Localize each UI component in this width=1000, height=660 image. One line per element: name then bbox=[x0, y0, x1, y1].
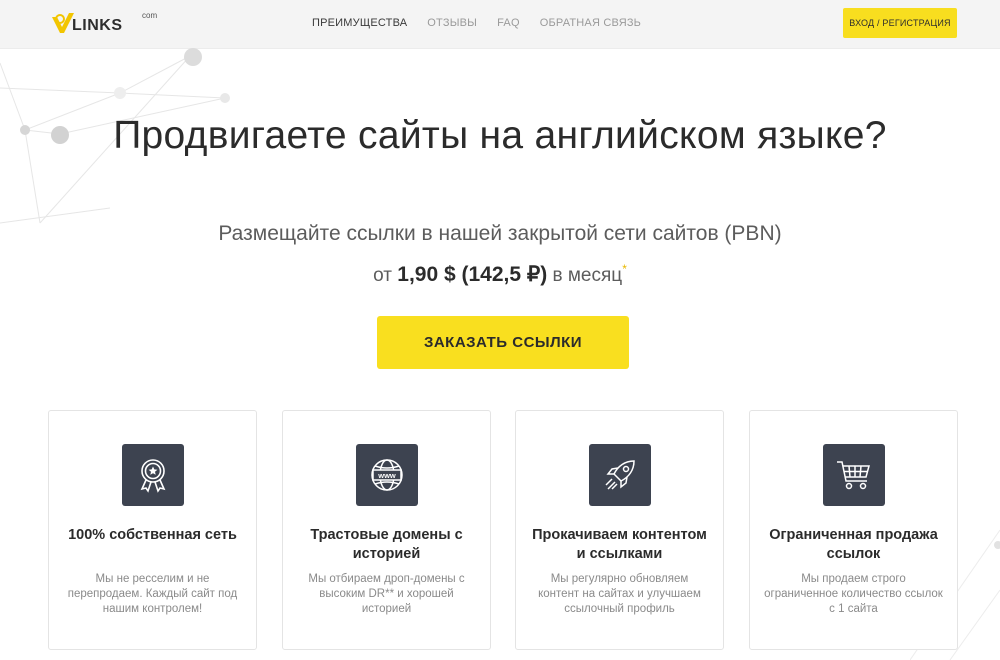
hero-subtitle: Размещайте ссылки в нашей закрытой сети … bbox=[218, 222, 782, 245]
feature-card-content-boost: Прокачиваем контентом и ссылками Мы регу… bbox=[515, 410, 724, 650]
feature-title: Прокачиваем контентом и ссылками bbox=[532, 527, 707, 562]
nav-feedback[interactable]: ОБРАТНАЯ СВЯЗЬ bbox=[540, 17, 641, 29]
feature-text: Мы не ресселим и не перепродаем. Каждый … bbox=[67, 573, 238, 615]
feature-card-trust-domains: www Трастовые домены с историей Мы отбир… bbox=[282, 410, 491, 650]
price-suffix: в месяц bbox=[552, 265, 623, 286]
logo[interactable]: LINKS com bbox=[50, 9, 170, 39]
price-value: 1,90 $ (142,5 ₽) bbox=[397, 263, 548, 286]
feature-title: Трастовые домены с историей bbox=[310, 527, 463, 562]
shopping-cart-icon bbox=[823, 444, 885, 506]
logo-text: LINKS bbox=[72, 17, 123, 34]
feature-title: 100% собственная сеть bbox=[68, 527, 237, 543]
award-badge-icon bbox=[122, 444, 184, 506]
site-header: LINKS com ПРЕИМУЩЕСТВА ОТЗЫВЫ FAQ ОБРАТН… bbox=[0, 0, 1000, 49]
feature-text: Мы продаем строго ограниченное количеств… bbox=[764, 573, 943, 615]
logo-domain: com bbox=[142, 11, 158, 20]
hero-title: Продвигаете сайты на английском языке? bbox=[113, 114, 887, 157]
svg-text:www: www bbox=[377, 471, 396, 480]
feature-text: Мы регулярно обновляем контент на сайтах… bbox=[538, 573, 701, 615]
feature-card-own-network: 100% собственная сеть Мы не ресселим и н… bbox=[48, 410, 257, 650]
order-links-button[interactable]: ЗАКАЗАТЬ ССЫЛКИ bbox=[377, 316, 629, 369]
www-globe-icon: www bbox=[356, 444, 418, 506]
login-register-button[interactable]: ВХОД / РЕГИСТРАЦИЯ bbox=[843, 8, 957, 38]
nav-reviews[interactable]: ОТЗЫВЫ bbox=[427, 17, 477, 29]
nav-faq[interactable]: FAQ bbox=[497, 17, 520, 29]
price-asterisk: * bbox=[622, 262, 627, 276]
feature-card-limited-sales: Ограниченная продажа ссылок Мы продаем с… bbox=[749, 410, 958, 650]
feature-text: Мы отбираем дроп-домены с высоким DR** и… bbox=[308, 573, 465, 615]
nav-advantages[interactable]: ПРЕИМУЩЕСТВА bbox=[312, 17, 407, 29]
price-line: от 1,90 $ (142,5 ₽) в месяц* bbox=[0, 262, 1000, 287]
rocket-icon bbox=[589, 444, 651, 506]
main-nav: ПРЕИМУЩЕСТВА ОТЗЫВЫ FAQ ОБРАТНАЯ СВЯЗЬ bbox=[312, 17, 641, 29]
feature-title: Ограниченная продажа ссылок bbox=[769, 527, 938, 562]
price-prefix: от bbox=[373, 265, 392, 286]
